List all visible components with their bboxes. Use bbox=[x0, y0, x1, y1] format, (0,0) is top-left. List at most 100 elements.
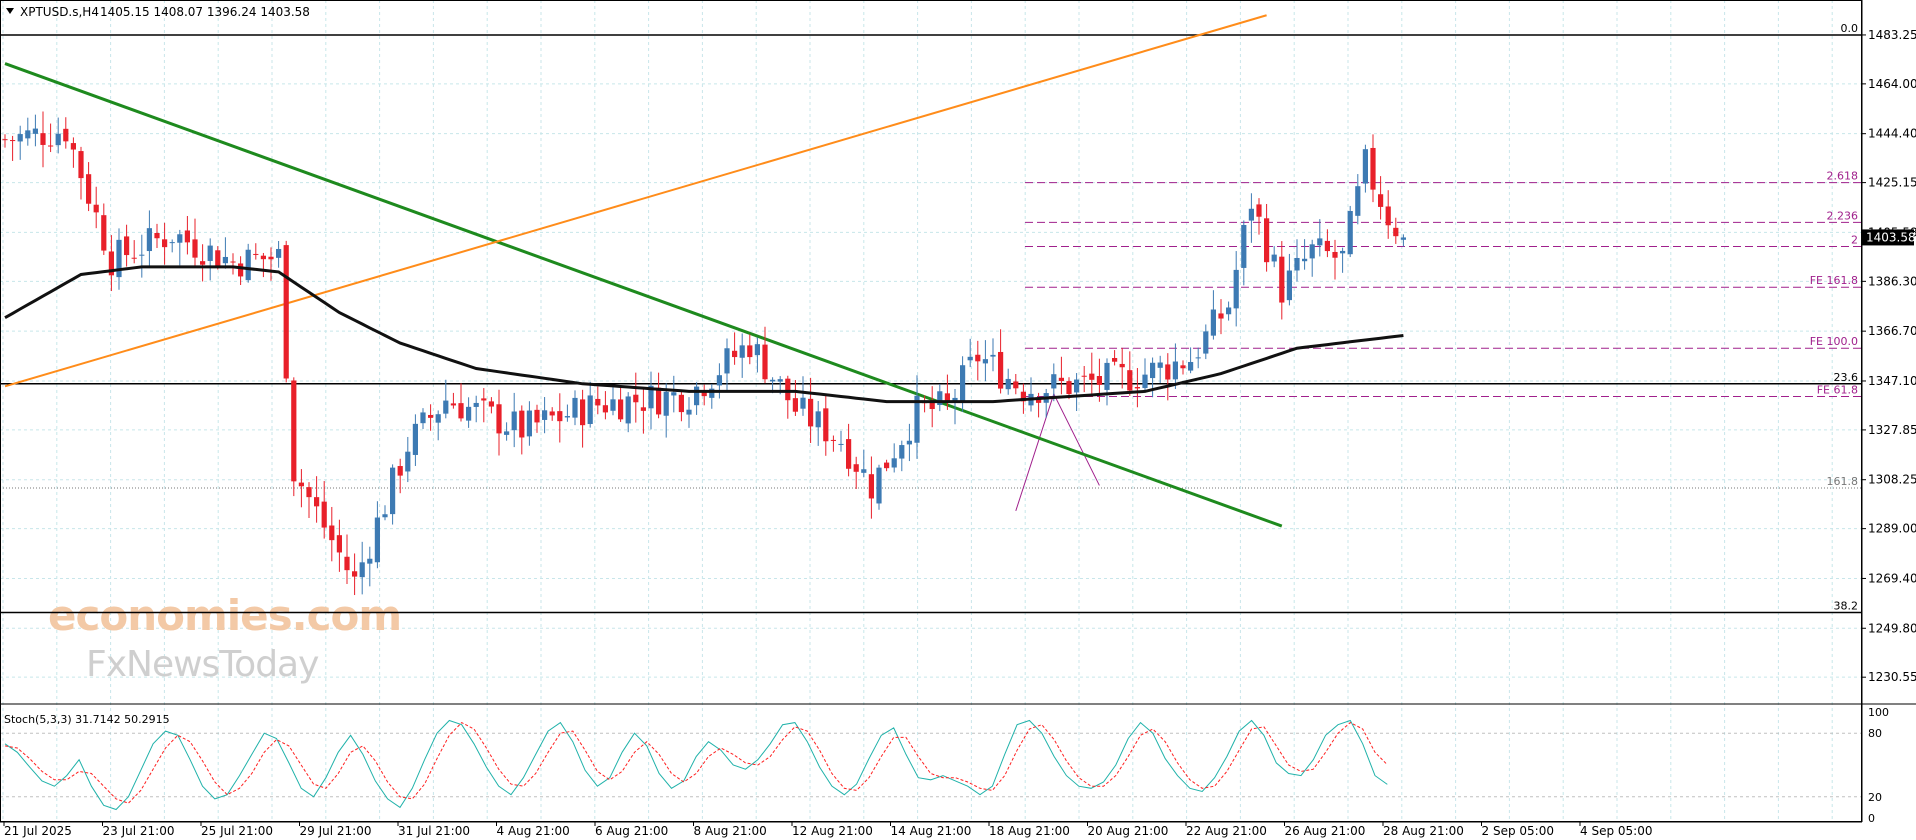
candle-body bbox=[1302, 258, 1308, 262]
candle-body bbox=[367, 558, 373, 564]
candle-body bbox=[1134, 386, 1140, 389]
candle-body bbox=[1051, 374, 1057, 389]
candle-body bbox=[694, 386, 700, 406]
candle-body bbox=[1127, 370, 1133, 391]
candle-body bbox=[785, 378, 791, 401]
candle-body bbox=[1385, 206, 1391, 226]
candle-body bbox=[754, 344, 760, 356]
candle-body bbox=[686, 409, 692, 415]
candle-body bbox=[428, 414, 434, 418]
candle-body bbox=[40, 133, 46, 145]
candle-body bbox=[808, 398, 814, 427]
candle-body bbox=[169, 242, 175, 244]
price-tick-label: 1366.70 bbox=[1868, 324, 1916, 338]
candle-body bbox=[982, 359, 988, 364]
symbol-label: XPTUSD.s,H4 bbox=[20, 5, 99, 19]
candle-body bbox=[222, 256, 228, 264]
candle-body bbox=[625, 396, 631, 424]
candle-body bbox=[1271, 254, 1277, 262]
candle-body bbox=[1370, 147, 1376, 190]
candle-body bbox=[70, 143, 76, 150]
candle-body bbox=[1081, 375, 1087, 377]
time-tick-label: 31 Jul 21:00 bbox=[398, 824, 470, 838]
candle-body bbox=[405, 451, 411, 472]
candle-body bbox=[504, 431, 510, 435]
candle-body bbox=[1226, 307, 1232, 315]
candle-body bbox=[1393, 227, 1399, 237]
candle-body bbox=[732, 350, 738, 358]
chart-header: XPTUSD.s,H4 1405.15 1408.07 1396.24 1403… bbox=[6, 5, 310, 19]
candle-body bbox=[526, 410, 532, 437]
candle-body bbox=[1340, 250, 1346, 254]
candle-body bbox=[298, 482, 304, 487]
candle-body bbox=[146, 228, 152, 252]
price-tick-label: 1444.40 bbox=[1868, 127, 1916, 141]
candle-body bbox=[473, 402, 479, 407]
candle-body bbox=[998, 351, 1004, 389]
candle-body bbox=[1256, 204, 1262, 217]
candle-body bbox=[542, 410, 548, 420]
candle-body bbox=[154, 233, 160, 239]
candle-body bbox=[602, 405, 608, 413]
candle-body bbox=[861, 469, 867, 473]
time-tick-label: 18 Aug 21:00 bbox=[989, 824, 1070, 838]
candle-body bbox=[1119, 363, 1125, 368]
candle-body bbox=[519, 410, 525, 438]
candle-body bbox=[534, 409, 540, 423]
candle-body bbox=[671, 392, 677, 396]
candle-body bbox=[192, 239, 198, 258]
candle-body bbox=[656, 387, 662, 415]
candle-body bbox=[1317, 238, 1323, 246]
chart-background bbox=[0, 0, 1916, 840]
candle-body bbox=[739, 345, 745, 358]
candle-body bbox=[762, 344, 768, 380]
time-axis: 21 Jul 2025 23 Jul 21:00 25 Jul 21:00 29 Ju… bbox=[3, 822, 1652, 838]
time-tick-label: 8 Aug 21:00 bbox=[694, 824, 767, 838]
price-chart[interactable]: economies.com FxNewsToday 0.0 23.6 161.8 38… bbox=[0, 0, 1916, 840]
candle-body bbox=[1172, 361, 1178, 380]
time-tick-label: 22 Aug 21:00 bbox=[1186, 824, 1267, 838]
candle-body bbox=[815, 411, 821, 428]
candle-body bbox=[724, 348, 730, 374]
candle bbox=[291, 377, 297, 497]
ohlc-values: 1405.15 1408.07 1396.24 1403.58 bbox=[100, 5, 310, 19]
price-tick-label: 1327.85 bbox=[1868, 423, 1916, 437]
candle-body bbox=[1400, 237, 1406, 240]
candle-body bbox=[511, 411, 517, 431]
candle-body bbox=[101, 215, 107, 251]
level-label: 0.0 bbox=[1841, 22, 1859, 35]
candle-body bbox=[55, 133, 61, 146]
candle-body bbox=[792, 398, 798, 412]
fib-label: FE 61.8 bbox=[1817, 383, 1858, 396]
time-tick-label: 6 Aug 21:00 bbox=[595, 824, 668, 838]
candle-body bbox=[276, 248, 282, 258]
candle-body bbox=[960, 365, 966, 403]
candle-body bbox=[557, 411, 563, 422]
price-tick-label: 1347.10 bbox=[1868, 374, 1916, 388]
candle-body bbox=[329, 525, 335, 541]
candle-body bbox=[587, 395, 593, 424]
time-tick-label: 23 Jul 21:00 bbox=[103, 824, 175, 838]
candle-body bbox=[230, 261, 236, 263]
candle-body bbox=[633, 394, 639, 403]
candle-body bbox=[32, 128, 38, 134]
candle bbox=[1347, 205, 1353, 258]
candle-body bbox=[1309, 244, 1315, 259]
candle-body bbox=[260, 255, 266, 260]
level-label: 23.6 bbox=[1834, 371, 1859, 384]
candle-body bbox=[268, 256, 274, 260]
candle-body bbox=[488, 401, 494, 407]
time-tick-label: 12 Aug 21:00 bbox=[792, 824, 873, 838]
candle-body bbox=[78, 151, 84, 179]
candle-body bbox=[314, 497, 320, 507]
candle-body bbox=[1378, 194, 1384, 207]
candle-body bbox=[1248, 208, 1254, 221]
candle-body bbox=[184, 230, 190, 243]
fib-label: 2 bbox=[1851, 234, 1858, 247]
candle-body bbox=[777, 379, 783, 382]
candle-body bbox=[747, 345, 753, 358]
candle-body bbox=[1058, 377, 1064, 381]
stoch-level-label: 80 bbox=[1868, 727, 1882, 740]
candle-body bbox=[336, 535, 342, 553]
candle-body bbox=[1188, 361, 1194, 371]
